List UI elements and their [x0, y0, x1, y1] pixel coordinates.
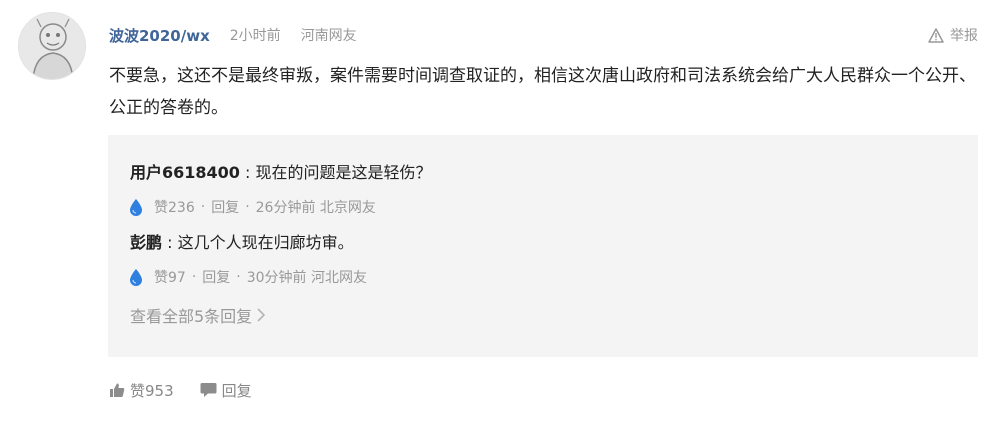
comment-content: 不要急，这还不是最终审叛，案件需要时间调查取证的，相信这次唐山政府和司法系统会给… — [109, 66, 976, 118]
water-drop-icon[interactable] — [128, 198, 144, 216]
warning-triangle-icon — [928, 27, 944, 43]
reply-like-count[interactable]: 赞236 — [154, 197, 195, 217]
reply-text: 现在的问题是这是轻伤？ — [255, 163, 432, 182]
reply-item: 彭鹏 : 这几个人现在归廊坊审。 — [130, 231, 354, 255]
reply-list: 用户6618400 : 现在的问题是这是轻伤？ 赞236 · 回复 · 26分钟… — [108, 135, 978, 357]
chevron-right-icon — [256, 308, 266, 322]
separator-dot: · — [200, 199, 206, 215]
water-drop-icon[interactable] — [128, 268, 144, 286]
report-button[interactable]: 举报 — [928, 24, 978, 46]
reply-reply-button[interactable]: 回复 — [202, 267, 230, 287]
reply-username[interactable]: 用户6618400 — [130, 163, 240, 182]
reply-time-location: 26分钟前 北京网友 — [255, 200, 376, 216]
reply-button[interactable]: 回复 — [200, 380, 252, 401]
comment-meta: 波波2020/wx 2小时前 河南网友 — [109, 24, 357, 46]
reply-label: 回复 — [221, 381, 252, 400]
separator-dot: · — [191, 269, 197, 285]
chat-bubble-icon — [200, 383, 217, 397]
reply-text: 这几个人现在归廊坊审。 — [177, 233, 354, 252]
comment-location: 河南网友 — [300, 28, 357, 44]
reply-colon: : — [167, 233, 178, 252]
reply-username[interactable]: 彭鹏 — [130, 233, 162, 252]
report-label: 举报 — [950, 28, 978, 44]
reply-colon: : — [245, 163, 256, 182]
reply-meta: 赞236 · 回复 · 26分钟前 北京网友 — [128, 196, 376, 218]
thumbs-up-icon — [110, 383, 125, 397]
reply-item: 用户6618400 : 现在的问题是这是轻伤？ — [130, 161, 432, 185]
separator-dot: · — [245, 199, 250, 215]
like-count: 赞953 — [130, 381, 174, 400]
view-all-label: 查看全部5条回复 — [130, 307, 253, 326]
comment-actions: 赞953 回复 — [109, 379, 252, 401]
separator-dot: · — [236, 269, 241, 285]
reply-time-location: 30分钟前 河北网友 — [246, 270, 367, 286]
like-button[interactable]: 赞953 — [109, 380, 174, 401]
view-all-replies-link[interactable]: 查看全部5条回复 — [130, 303, 266, 327]
reply-meta: 赞97 · 回复 · 30分钟前 河北网友 — [128, 266, 367, 288]
comment-username[interactable]: 波波2020/wx — [109, 25, 210, 46]
avatar[interactable] — [18, 12, 86, 80]
comment-time: 2小时前 — [229, 28, 281, 44]
reply-reply-button[interactable]: 回复 — [211, 197, 239, 217]
reply-like-count[interactable]: 赞97 — [154, 267, 186, 287]
avatar-image — [19, 13, 85, 79]
